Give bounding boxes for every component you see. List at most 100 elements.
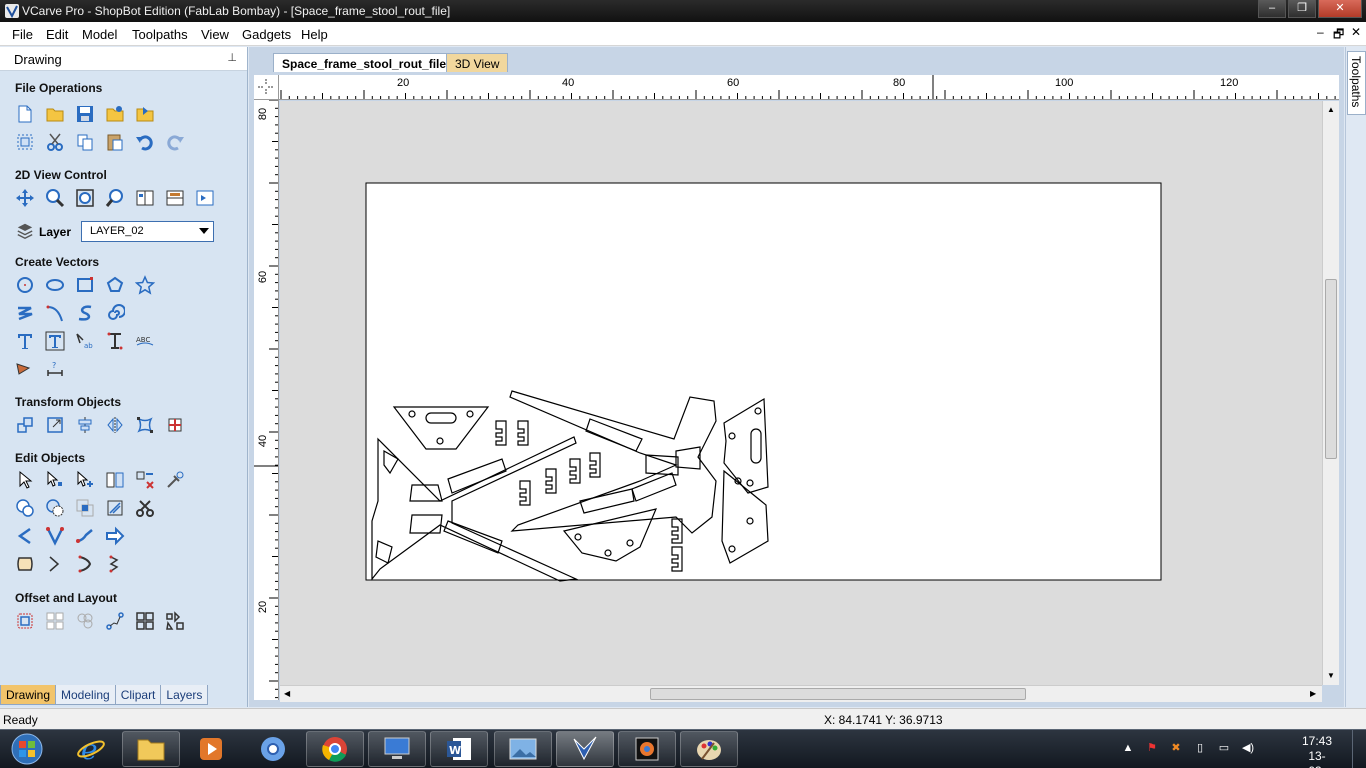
word-button[interactable]: W [430, 731, 488, 767]
show-desktop-button[interactable] [1352, 730, 1366, 768]
paste-icon[interactable] [104, 131, 126, 153]
array-copy-icon[interactable] [164, 414, 186, 436]
app-tray-icon[interactable]: ✖ [1168, 740, 1184, 756]
copy-along-vectors-icon[interactable] [74, 610, 96, 632]
menu-view[interactable]: View [201, 27, 229, 42]
polygon-icon[interactable] [104, 274, 126, 296]
circle-icon[interactable] [14, 274, 36, 296]
horizontal-scrollbar[interactable]: ◀ ▶ [280, 685, 1322, 702]
join-vectors-icon[interactable] [104, 469, 126, 491]
device-icon[interactable]: ▯ [1192, 740, 1208, 756]
photo-app-button[interactable] [618, 731, 676, 767]
scroll-right-icon[interactable]: ▶ [1310, 689, 1316, 698]
tab-modeling[interactable]: Modeling [55, 685, 116, 705]
polyline-icon[interactable] [14, 302, 36, 324]
volume-icon[interactable]: ◀) [1240, 740, 1256, 756]
trim-icon[interactable] [104, 497, 126, 519]
text-arc-icon[interactable] [104, 330, 126, 352]
tab-layers[interactable]: Layers [160, 685, 209, 705]
offset-icon[interactable] [14, 610, 36, 632]
offset-arrow-icon[interactable] [104, 525, 126, 547]
open-folder-icon[interactable] [44, 103, 66, 125]
toggle-view-icon[interactable] [194, 187, 216, 209]
remote-desktop-button[interactable] [368, 731, 426, 767]
extend-icon[interactable] [74, 525, 96, 547]
subtract-icon[interactable] [44, 497, 66, 519]
zoom-icon[interactable] [44, 187, 66, 209]
zoom-selection-icon[interactable] [104, 187, 126, 209]
mirror-icon[interactable] [104, 414, 126, 436]
zoom-extents-icon[interactable] [74, 187, 96, 209]
menu-file[interactable]: File [12, 27, 33, 42]
tab-toolpaths[interactable]: Toolpaths [1347, 51, 1366, 115]
menu-toolpaths[interactable]: Toolpaths [132, 27, 188, 42]
scroll-left-icon[interactable]: ◀ [284, 689, 290, 698]
action-center-flag-icon[interactable]: ⚑ [1144, 740, 1160, 756]
curve-icon[interactable] [74, 302, 96, 324]
horizontal-view-icon[interactable] [164, 187, 186, 209]
vertical-scrollbar[interactable]: ▲ ▼ [1322, 101, 1339, 685]
weld-icon[interactable] [14, 497, 36, 519]
internet-explorer-button[interactable]: e [62, 731, 120, 767]
nesting-icon[interactable] [164, 610, 186, 632]
nest-parts-icon[interactable] [104, 610, 126, 632]
show-hidden-icons-icon[interactable]: ▲ [1120, 740, 1136, 756]
layer-dropdown[interactable]: LAYER_02 [81, 221, 214, 242]
spiral-icon[interactable] [104, 302, 126, 324]
file-explorer-button[interactable] [122, 731, 180, 767]
horizontal-scroll-thumb[interactable] [650, 688, 1026, 700]
text-box-icon[interactable] [44, 330, 66, 352]
grid-layout-icon[interactable] [134, 610, 156, 632]
maximize-button[interactable]: ❐ [1288, 0, 1316, 18]
network-icon[interactable]: ▭ [1216, 740, 1232, 756]
tab-document[interactable]: Space_frame_stool_rout_file [273, 53, 456, 72]
tab-drawing[interactable]: Drawing [0, 685, 57, 705]
scroll-down-icon[interactable]: ▼ [1327, 671, 1335, 680]
image-viewer-button[interactable] [494, 731, 552, 767]
align-icon[interactable] [74, 414, 96, 436]
tab-3d-view[interactable]: 3D View [446, 53, 509, 72]
nodes-arc-icon[interactable] [74, 553, 96, 575]
edit-tool-icon[interactable] [164, 469, 186, 491]
ruler-corner[interactable] [254, 75, 279, 100]
delete-vectors-icon[interactable] [134, 469, 156, 491]
material-sheet[interactable] [365, 182, 1162, 581]
curve-fit-icon[interactable] [104, 553, 126, 575]
text-on-curve-icon[interactable]: ab [74, 330, 96, 352]
chromium-button[interactable] [244, 731, 302, 767]
close-button[interactable]: ✕ [1318, 0, 1362, 18]
scale-icon[interactable] [44, 414, 66, 436]
menu-gadgets[interactable]: Gadgets [242, 27, 291, 42]
tile-layout-icon[interactable] [44, 610, 66, 632]
tab-clipart[interactable]: Clipart [114, 685, 162, 705]
paint-button[interactable] [680, 731, 738, 767]
menu-model[interactable]: Model [82, 27, 117, 42]
new-file-icon[interactable] [14, 103, 36, 125]
text-icon[interactable] [14, 330, 36, 352]
interactive-select-icon[interactable] [74, 469, 96, 491]
mdi-restore-button[interactable]: 🗗 [1333, 25, 1344, 46]
distort-icon[interactable] [134, 414, 156, 436]
arc-icon[interactable] [44, 302, 66, 324]
media-player-button[interactable] [182, 731, 240, 767]
node-edit-icon[interactable] [44, 469, 66, 491]
fillet-icon[interactable] [14, 525, 36, 547]
select-pointer-icon[interactable] [14, 469, 36, 491]
intersect-icon[interactable] [74, 497, 96, 519]
dimension-icon[interactable] [14, 358, 36, 380]
menu-help[interactable]: Help [301, 27, 328, 42]
undo-icon[interactable] [134, 131, 156, 153]
cut-icon[interactable] [44, 131, 66, 153]
rectangle-icon[interactable] [74, 274, 96, 296]
scroll-up-icon[interactable]: ▲ [1327, 105, 1335, 114]
ellipse-icon[interactable] [44, 274, 66, 296]
chrome-button[interactable] [306, 731, 364, 767]
import-icon[interactable] [134, 103, 156, 125]
drawing-canvas[interactable] [280, 101, 1339, 685]
clock[interactable]: 17:43 13-03-2017 [1302, 734, 1332, 768]
pin-icon[interactable]: ⊥ [227, 51, 237, 64]
start-button[interactable] [0, 731, 54, 767]
menu-edit[interactable]: Edit [46, 27, 68, 42]
chamfer-icon[interactable] [44, 525, 66, 547]
close-vector-icon[interactable] [44, 553, 66, 575]
